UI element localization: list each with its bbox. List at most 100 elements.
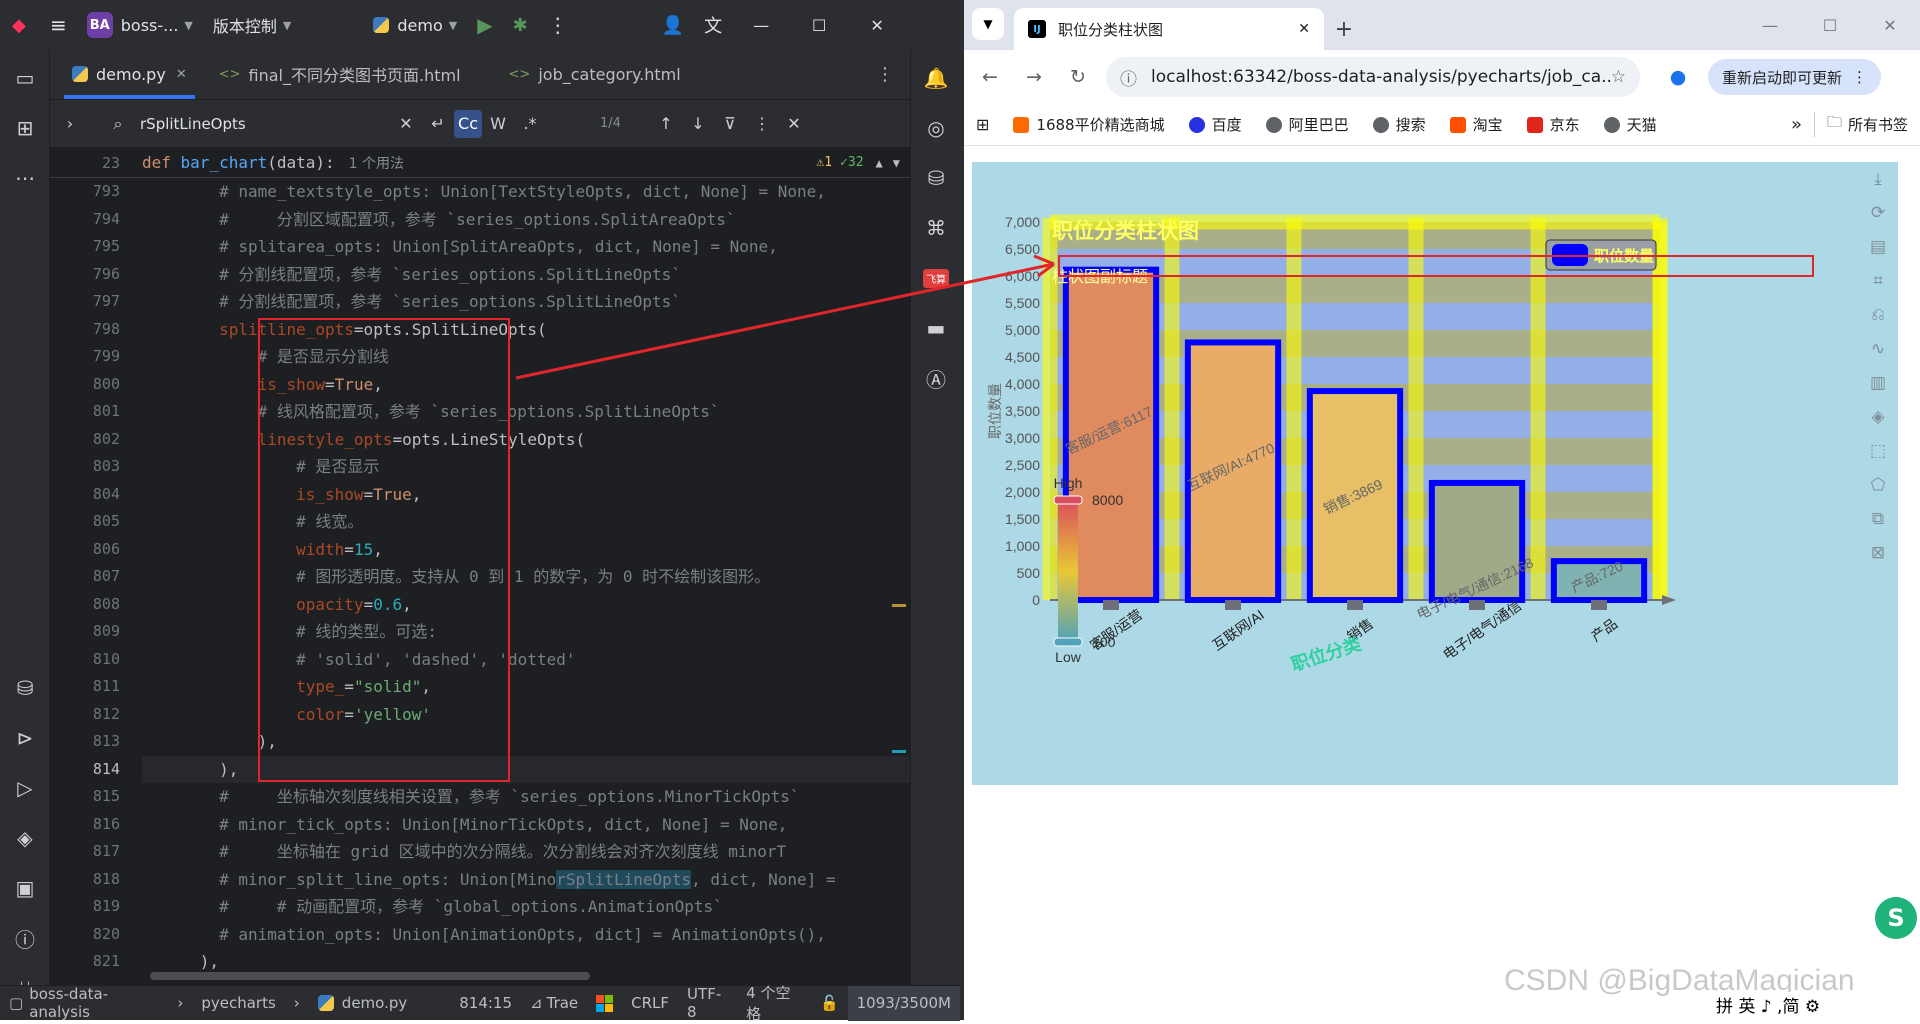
bookmark-alibaba[interactable]: 阿里巴巴 (1254, 114, 1361, 135)
match-case-toggle[interactable]: Cc (454, 109, 482, 138)
bookmark-jd[interactable]: 京东 (1515, 114, 1592, 135)
tab-options-icon[interactable]: ⋮ (860, 49, 910, 99)
ide-logo[interactable]: ◆ (0, 0, 40, 50)
bookmark-taobao[interactable]: 淘宝 (1438, 114, 1515, 135)
close-icon[interactable]: ✕ (176, 67, 187, 82)
vcs-menu[interactable]: 版本控制 ▼ (203, 0, 301, 50)
regex-toggle[interactable]: .* (514, 108, 546, 140)
expand-icon[interactable]: › (54, 108, 86, 140)
project-selector[interactable]: BA boss-... ▼ (77, 0, 203, 50)
notifications-icon[interactable]: 🔔 (911, 53, 961, 103)
bookmark-search[interactable]: 搜索 (1361, 114, 1438, 135)
previous-match-icon[interactable]: ↑ (650, 108, 682, 140)
status-plugin[interactable]: ⊿ Trae (521, 986, 587, 1021)
bookmark-1688[interactable]: 1688平价精选商城 (1001, 114, 1176, 135)
reload-icon[interactable]: ↻ (1056, 55, 1100, 99)
find-input[interactable]: rSplitLineOpts (134, 115, 390, 133)
minimize-button[interactable]: — (732, 0, 790, 50)
code-line[interactable]: # animation_opts: Union[AnimationOpts, d… (142, 921, 910, 949)
add-user-icon[interactable]: 👤 (652, 0, 694, 50)
keep-select-icon[interactable]: ⧉ (1858, 502, 1898, 536)
browser-tab-active[interactable]: IJ 职位分类柱状图 ✕ (1014, 8, 1324, 50)
all-bookmarks[interactable]: 🗀 所有书签 (1813, 112, 1920, 137)
close-window-button[interactable]: ✕ (848, 0, 906, 50)
line-chart-icon[interactable]: ∿ (1858, 332, 1898, 366)
status-folder[interactable]: pyecharts (192, 986, 284, 1021)
restart-update-button[interactable]: 重新启动即可更新 ⋮ (1708, 59, 1882, 95)
status-project[interactable]: ▢ boss-data-analysis (0, 985, 168, 1021)
lock-icon[interactable]: 🔓 (811, 986, 848, 1021)
layers-icon[interactable]: ◈ (0, 813, 50, 863)
plugin-icon[interactable]: 飞算 (911, 253, 961, 303)
ime-toolbar[interactable]: 拼 英 ♪ ,简 ⚙ (1710, 992, 1827, 1017)
status-encoding[interactable]: UTF-8 (678, 985, 737, 1021)
restore-icon[interactable]: ⟳ (1858, 196, 1898, 230)
code-line[interactable]: # name_textstyle_opts: Union[TextStyleOp… (142, 178, 910, 206)
code-line[interactable]: # 分割线配置项，参考 `series_options.SplitLineOpt… (142, 261, 910, 289)
run-tool-icon[interactable]: ▷ (0, 763, 50, 813)
rect-select-icon[interactable]: ⬚ (1858, 434, 1898, 468)
polygon-select-icon[interactable]: ⬠ (1858, 468, 1898, 502)
profile-avatar[interactable]: ● (1656, 55, 1700, 99)
site-info-icon[interactable]: ⓘ (1120, 65, 1137, 90)
data-view-icon[interactable]: ▤ (1858, 230, 1898, 264)
filter-icon[interactable]: ⊽ (714, 108, 746, 140)
save-image-icon[interactable]: ⤓ (1858, 162, 1898, 196)
code-line[interactable]: # splitarea_opts: Union[SplitAreaOpts, d… (142, 233, 910, 261)
more-tools-icon[interactable]: ⋯ (0, 153, 50, 203)
tab-search-button[interactable]: ▼ (972, 8, 1004, 40)
warning-count[interactable]: ⚠1 (816, 155, 832, 170)
search-icon[interactable]: ⌕ (102, 108, 134, 140)
whole-word-toggle[interactable]: W (482, 108, 514, 140)
translate-icon[interactable]: 文 (694, 0, 732, 50)
bookmark-baidu[interactable]: 百度 (1177, 114, 1254, 135)
apps-icon[interactable]: ⊞ (964, 115, 1001, 134)
close-find-icon[interactable]: ✕ (778, 108, 810, 140)
code-line[interactable]: # minor_tick_opts: Union[MinorTickOpts, … (142, 811, 910, 839)
main-menu-button[interactable]: ≡ (40, 0, 77, 50)
code-line[interactable]: # 坐标轴次刻度线相关设置，参考 `series_options.MinorTi… (142, 783, 910, 811)
zoom-icon[interactable]: ⌗ (1858, 264, 1898, 298)
back-icon[interactable]: ← (968, 55, 1012, 99)
terminal-icon[interactable]: ▣ (0, 863, 50, 913)
maximize-button[interactable]: ☐ (1800, 0, 1860, 50)
check-count[interactable]: ✓32 (840, 155, 863, 170)
chevron-down-icon[interactable]: ▼ (893, 156, 900, 170)
status-memory[interactable]: 1093/3500M (847, 985, 960, 1021)
code-line[interactable]: # minor_split_line_opts: Union[MinorSpli… (142, 866, 910, 894)
more-actions-icon[interactable]: ⋮ (538, 0, 578, 50)
problems-icon[interactable]: ⓘ (0, 913, 50, 963)
status-indent[interactable]: 4 个空格 (737, 984, 811, 1023)
tab-demo-py[interactable]: demo.py ✕ (56, 49, 203, 99)
bookmark-tmall[interactable]: 天猫 (1592, 114, 1669, 135)
database-icon[interactable]: ⛁ (0, 663, 50, 713)
bar-chart-icon[interactable]: ▥ (1858, 366, 1898, 400)
sticky-function-header[interactable]: 23 def bar_chart (data): 1 个用法 ⚠1 ✓32 ▲ … (50, 148, 910, 178)
minimize-button[interactable]: — (1740, 0, 1800, 50)
tab-job-category-html[interactable]: <> job_category.html (493, 49, 697, 99)
python-console-icon[interactable]: ⌘ (911, 203, 961, 253)
usage-count[interactable]: 1 个用法 (349, 153, 404, 173)
new-tab-button[interactable]: + (1324, 8, 1364, 50)
structure-icon[interactable]: ⊞ (0, 103, 50, 153)
newline-icon[interactable]: ↵ (422, 108, 454, 140)
close-icon[interactable]: ✕ (1298, 21, 1310, 37)
ai-assistant-icon[interactable]: ◎ (911, 103, 961, 153)
status-file[interactable]: demo.py (309, 986, 416, 1021)
debug-icon[interactable]: ✱ (503, 0, 538, 50)
services-icon[interactable]: ⊳ (0, 713, 50, 763)
font-icon[interactable]: Ⓐ (911, 353, 961, 403)
zoom-back-icon[interactable]: ⎌ (1858, 298, 1898, 332)
bookmarks-overflow[interactable]: » (1779, 114, 1814, 135)
tab-final-html[interactable]: <> final_不同分类图书页面.html (203, 49, 477, 99)
clear-select-icon[interactable]: ⊠ (1858, 536, 1898, 570)
windows-icon[interactable] (587, 986, 622, 1021)
code-line[interactable]: # 分割区域配置项，参考 `series_options.SplitAreaOp… (142, 206, 910, 234)
code-line[interactable]: # 坐标轴在 grid 区域中的次分隔线。次分割线会对齐次刻度线 minorT (142, 838, 910, 866)
code-line[interactable]: ), (142, 948, 910, 970)
code-line[interactable]: # # 动画配置项，参考 `global_options.AnimationOp… (142, 893, 910, 921)
folder-icon[interactable]: ▭ (0, 53, 50, 103)
bookmark-star-icon[interactable]: ☆ (1611, 67, 1626, 87)
run-icon[interactable]: ▶ (467, 0, 502, 50)
horizontal-scrollbar[interactable] (150, 972, 590, 980)
